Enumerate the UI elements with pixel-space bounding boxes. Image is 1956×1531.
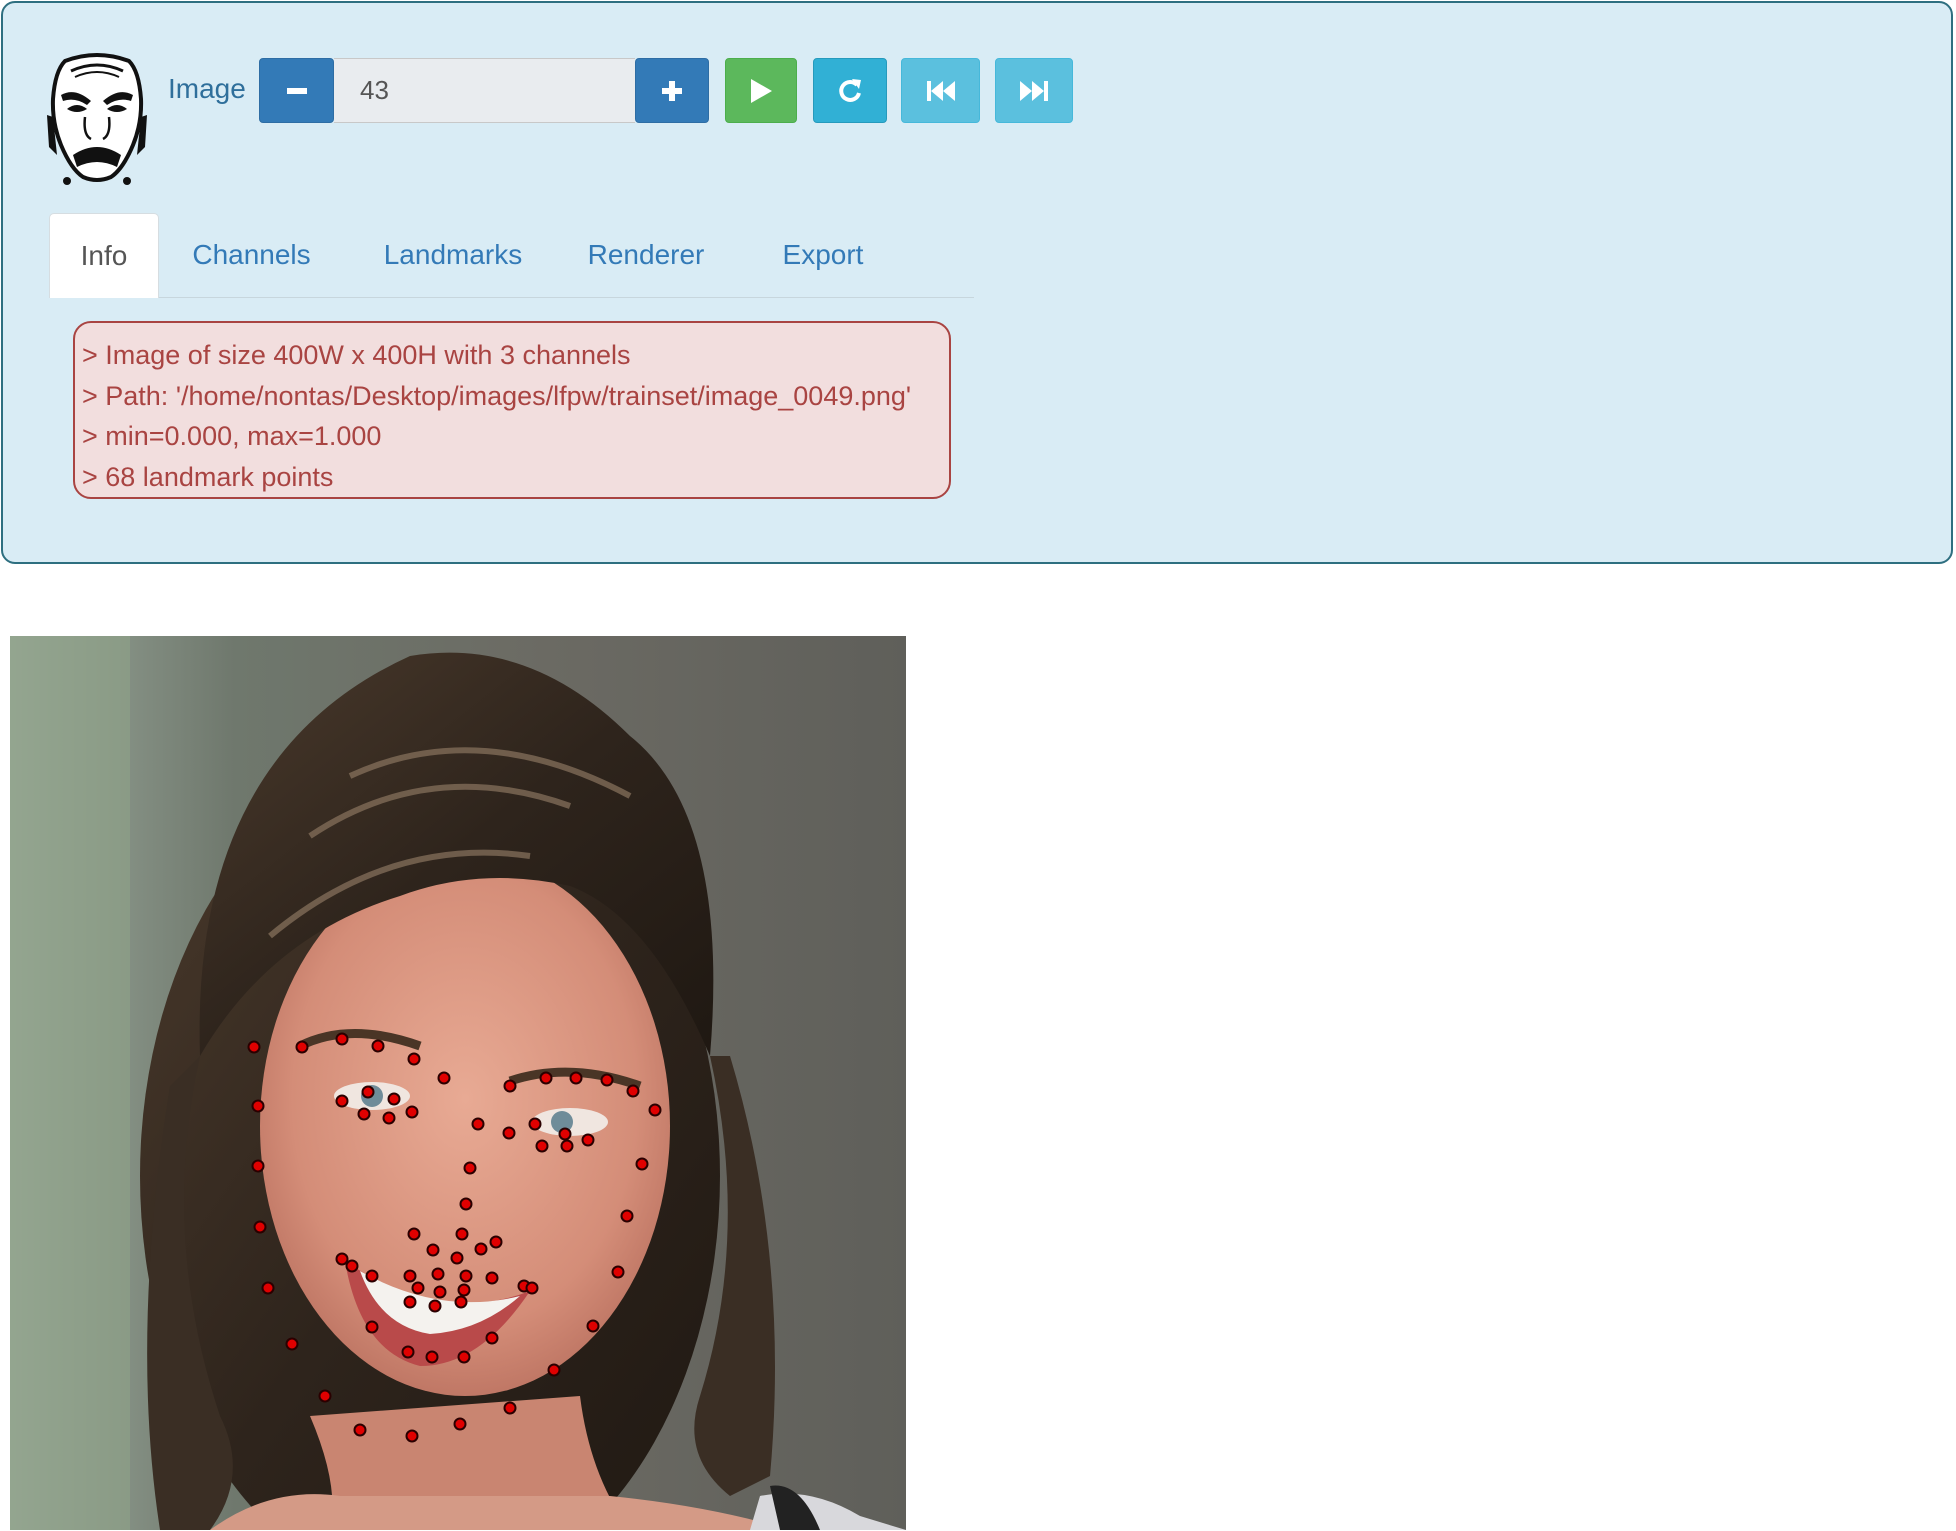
image-viewer [10,636,906,1530]
landmark-point [247,1040,261,1054]
info-line-size: > Image of size 400W x 400H with 3 chann… [82,340,631,370]
landmark-point [454,1295,468,1309]
landmark-point [401,1345,415,1359]
landmark-point [485,1271,499,1285]
landmark-point [455,1227,469,1241]
landmark-point [425,1350,439,1364]
landmark-point [345,1259,359,1273]
play-button[interactable] [725,58,797,123]
landmark-point [525,1281,539,1295]
image-info-box: > Image of size 400W x 400H with 3 chann… [73,321,951,499]
landmark-point [431,1267,445,1281]
tab-channels[interactable]: Channels [179,213,324,297]
landmark-point [558,1127,572,1141]
plus-icon [662,80,682,101]
landmark-point [335,1252,349,1266]
landmark-point [407,1052,421,1066]
refresh-icon [839,78,861,102]
landmark-point [405,1429,419,1443]
tab-renderer[interactable]: Renderer [571,213,721,297]
landmark-point [251,1159,265,1173]
tab-bar: Info Channels Landmarks Renderer Export [49,213,974,298]
landmark-point [405,1105,419,1119]
landmark-point [471,1117,485,1131]
landmark-point [357,1107,371,1121]
landmark-point [547,1363,561,1377]
landmark-point [285,1337,299,1351]
landmark-point [361,1085,375,1099]
landmark-point [586,1319,600,1333]
fast-forward-icon [1020,80,1048,101]
landmark-point [581,1133,595,1147]
landmark-point [489,1235,503,1249]
first-image-button[interactable] [901,58,980,123]
landmark-point [318,1389,332,1403]
landmark-point [459,1269,473,1283]
landmark-point [503,1401,517,1415]
landmark-point [371,1039,385,1053]
landmark-point [539,1071,553,1085]
landmark-point [335,1094,349,1108]
landmark-point [569,1071,583,1085]
info-line-path: > Path: '/home/nontas/Desktop/images/lfp… [82,380,912,411]
landmark-point [620,1209,634,1223]
landmark-point [457,1283,471,1297]
landmark-point [433,1285,447,1299]
tab-landmarks[interactable]: Landmarks [374,213,532,297]
tab-info[interactable]: Info [49,213,159,298]
landmark-point [365,1269,379,1283]
next-image-button[interactable] [635,58,709,123]
landmark-point [295,1040,309,1054]
landmark-point [411,1281,425,1295]
landmark-point [502,1126,516,1140]
landmark-point [453,1417,467,1431]
landmark-point [459,1197,473,1211]
landmark-point [403,1295,417,1309]
landmark-point [407,1227,421,1241]
landmark-point [251,1099,265,1113]
landmark-point [485,1331,499,1345]
play-icon [751,78,772,103]
landmark-point [403,1269,417,1283]
landmark-point [335,1032,349,1046]
minus-icon [286,87,307,94]
landmark-point [648,1103,662,1117]
image-index-input[interactable] [334,58,635,123]
previous-image-button[interactable] [259,58,334,123]
landmark-point [474,1242,488,1256]
landmark-point [261,1281,275,1295]
landmark-point [635,1157,649,1171]
landmark-point [353,1423,367,1437]
info-line-range: > min=0.000, max=1.000 [82,421,382,451]
landmark-point [382,1111,396,1125]
control-panel: Image 43 Info Channels Landmarks Rendere… [1,1,1953,564]
landmark-point [463,1161,477,1175]
photo-foliage [10,636,130,1530]
landmark-point [503,1079,517,1093]
refresh-button[interactable] [813,58,887,123]
landmark-point [365,1320,379,1334]
landmark-point [428,1299,442,1313]
landmark-point [535,1139,549,1153]
fast-backward-icon [926,80,955,101]
landmark-point [387,1092,401,1106]
last-image-button[interactable] [995,58,1073,123]
landmark-point [600,1073,614,1087]
landmark-point [457,1350,471,1364]
landmark-point [528,1117,542,1131]
landmark-point [253,1220,267,1234]
face-mask-logo [47,51,147,185]
landmark-point [611,1265,625,1279]
info-line-landmarks: > 68 landmark points [82,461,334,492]
image-label: Image [168,73,246,104]
landmark-point [626,1084,640,1098]
landmark-point [426,1243,440,1257]
landmark-point [437,1071,451,1085]
landmark-point [450,1251,464,1265]
tab-export[interactable]: Export [761,213,885,297]
landmark-point [560,1139,574,1153]
